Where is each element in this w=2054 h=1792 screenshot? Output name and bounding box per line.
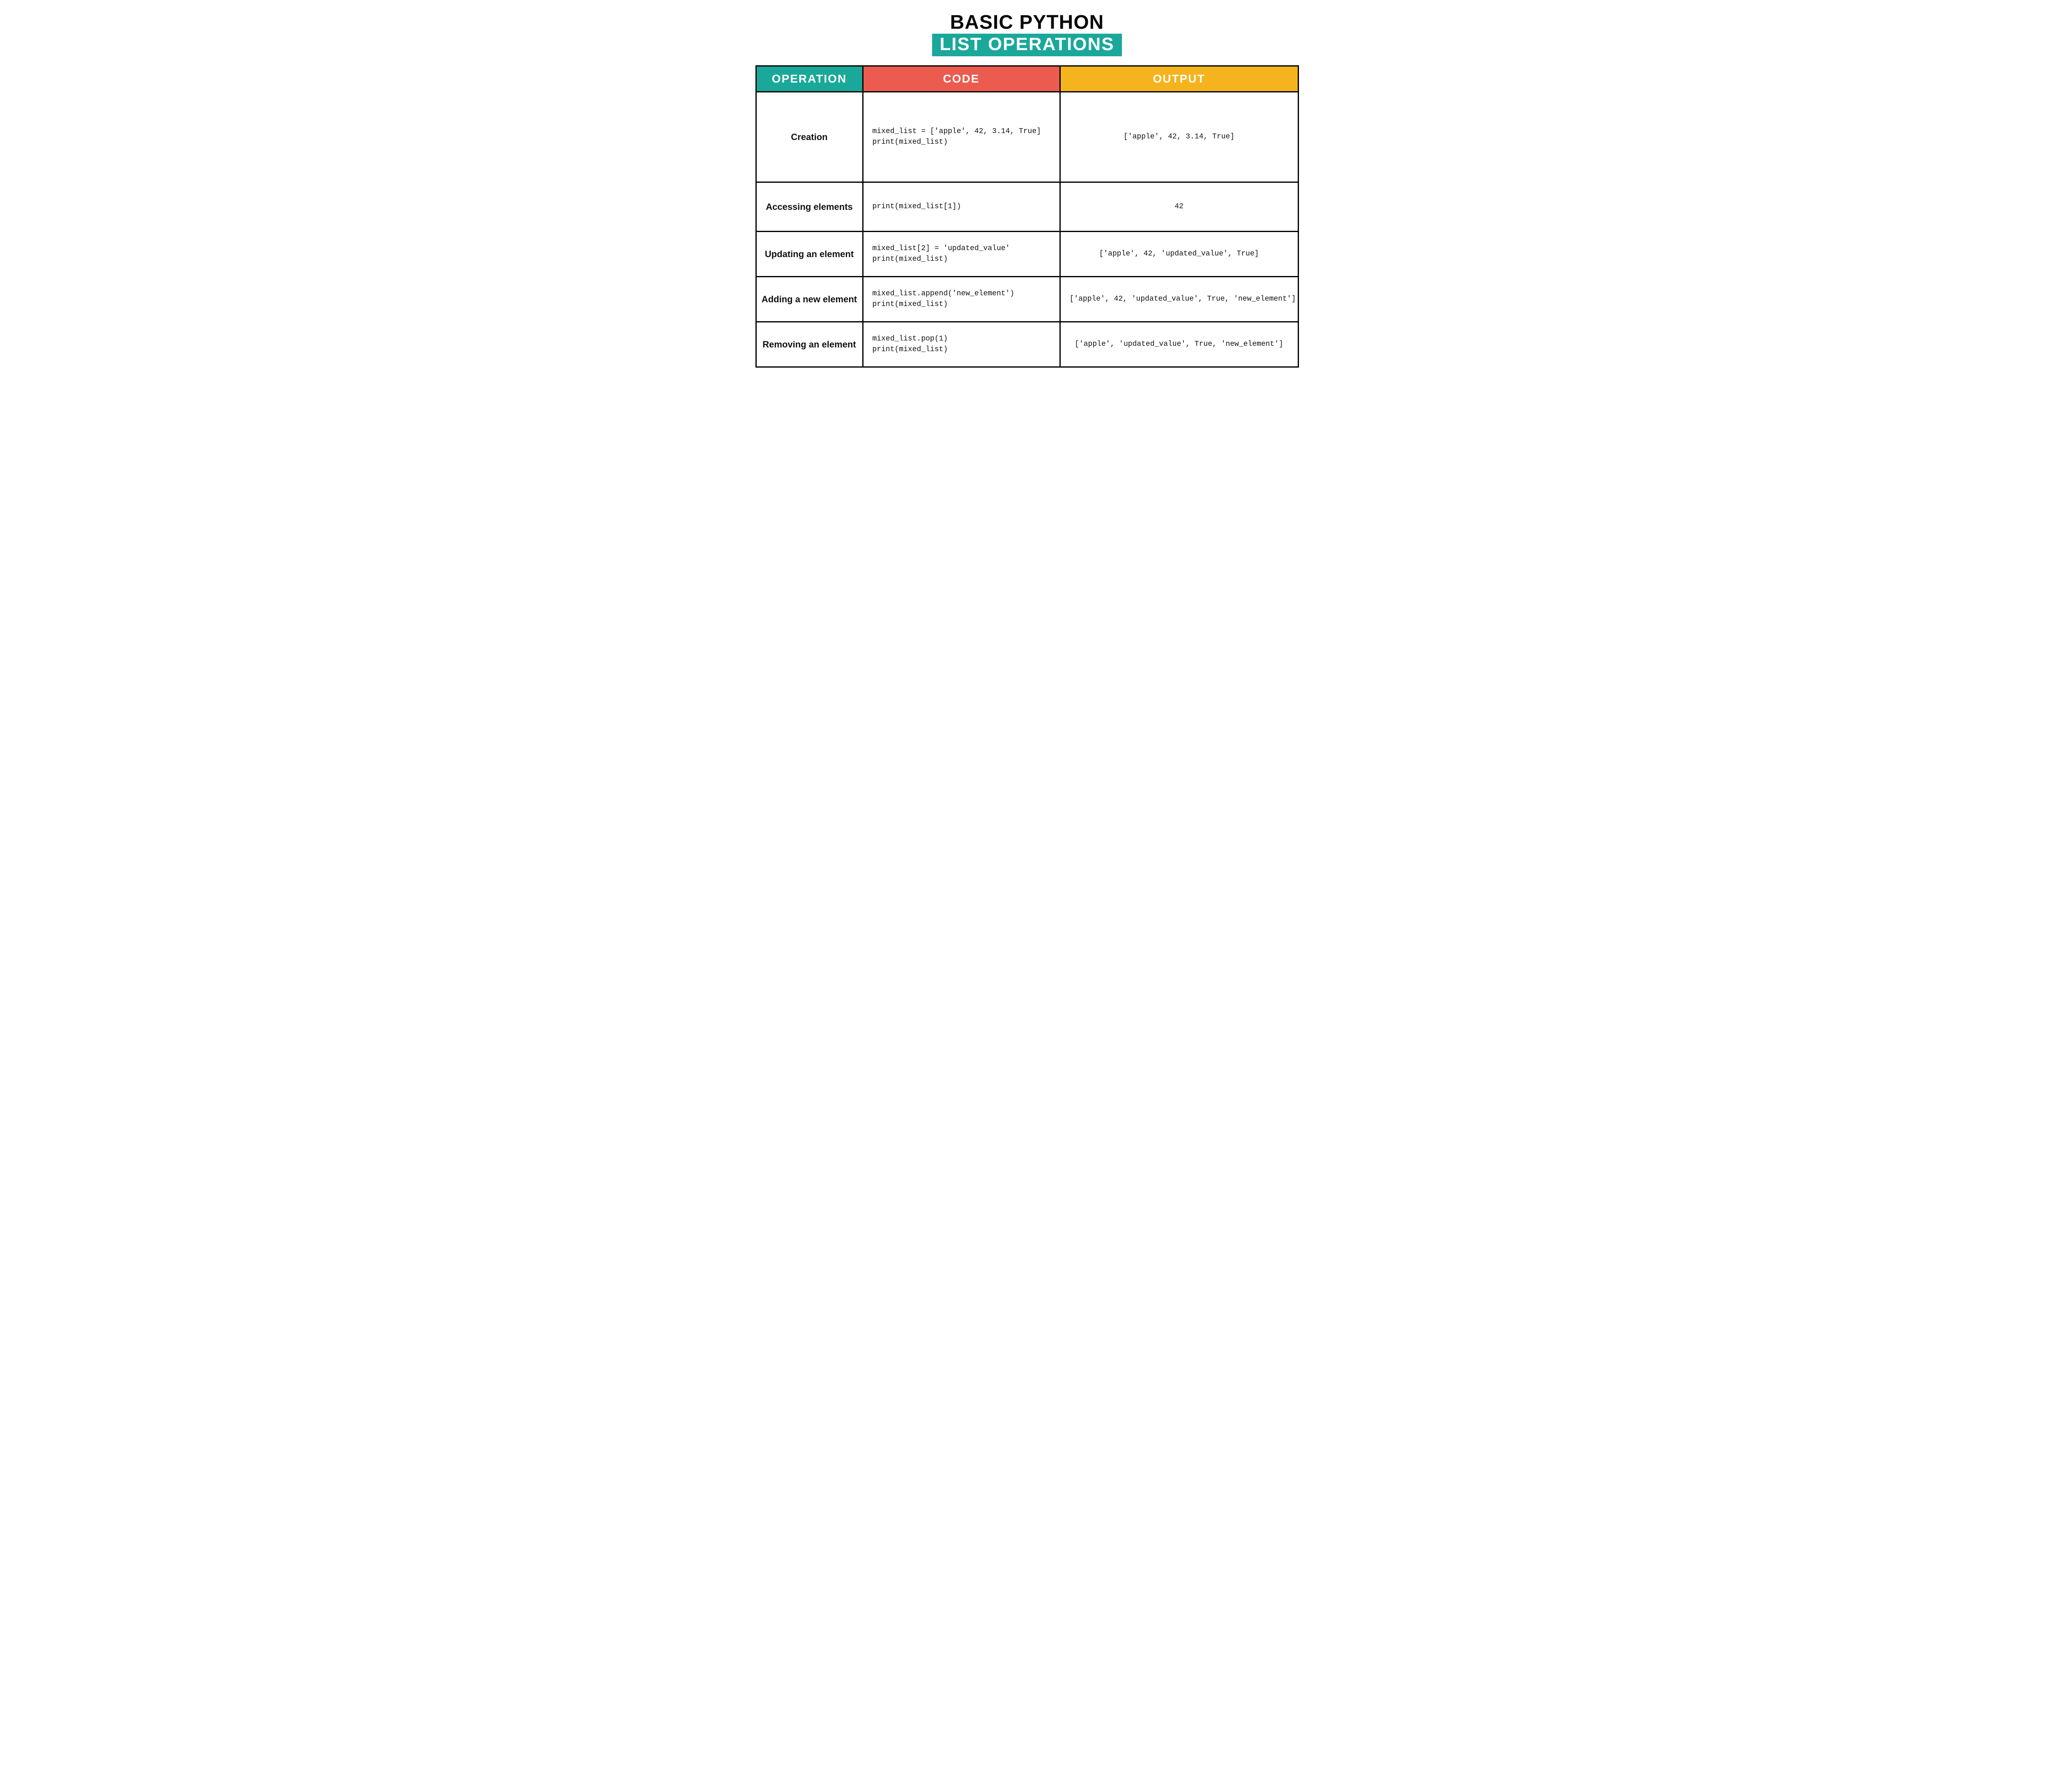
code-cell: mixed_list.append('new_element') print(m… bbox=[863, 276, 1060, 322]
operation-cell: Accessing elements bbox=[756, 182, 863, 231]
table-row: Updating an element mixed_list[2] = 'upd… bbox=[756, 231, 1298, 276]
code-cell: mixed_list.pop(1) print(mixed_list) bbox=[863, 322, 1060, 367]
operations-table: OPERATION CODE OUTPUT Creation mixed_lis… bbox=[755, 65, 1299, 368]
code-cell: print(mixed_list[1]) bbox=[863, 182, 1060, 231]
table-row: Removing an element mixed_list.pop(1) pr… bbox=[756, 322, 1298, 367]
title-line2: LIST OPERATIONS bbox=[939, 34, 1114, 54]
output-cell: ['apple', 42, 'updated_value', True] bbox=[1060, 231, 1298, 276]
operation-cell: Removing an element bbox=[756, 322, 863, 367]
code-cell: mixed_list = ['apple', 42, 3.14, True] p… bbox=[863, 92, 1060, 182]
operation-cell: Updating an element bbox=[756, 231, 863, 276]
output-cell: 42 bbox=[1060, 182, 1298, 231]
output-cell: ['apple', 'updated_value', True, 'new_el… bbox=[1060, 322, 1298, 367]
page-title-block: BASIC PYTHON LIST OPERATIONS bbox=[932, 12, 1121, 56]
table-header-row: OPERATION CODE OUTPUT bbox=[756, 66, 1298, 92]
output-cell: ['apple', 42, 3.14, True] bbox=[1060, 92, 1298, 182]
table-row: Adding a new element mixed_list.append('… bbox=[756, 276, 1298, 322]
header-code: CODE bbox=[863, 66, 1060, 92]
table-row: Accessing elements print(mixed_list[1]) … bbox=[756, 182, 1298, 231]
operation-cell: Adding a new element bbox=[756, 276, 863, 322]
title-line1: BASIC PYTHON bbox=[932, 12, 1121, 33]
header-output: OUTPUT bbox=[1060, 66, 1298, 92]
code-cell: mixed_list[2] = 'updated_value' print(mi… bbox=[863, 231, 1060, 276]
operation-cell: Creation bbox=[756, 92, 863, 182]
output-cell: ['apple', 42, 'updated_value', True, 'ne… bbox=[1060, 276, 1298, 322]
table-row: Creation mixed_list = ['apple', 42, 3.14… bbox=[756, 92, 1298, 182]
header-operation: OPERATION bbox=[756, 66, 863, 92]
title-line2-wrap: LIST OPERATIONS bbox=[932, 34, 1121, 56]
